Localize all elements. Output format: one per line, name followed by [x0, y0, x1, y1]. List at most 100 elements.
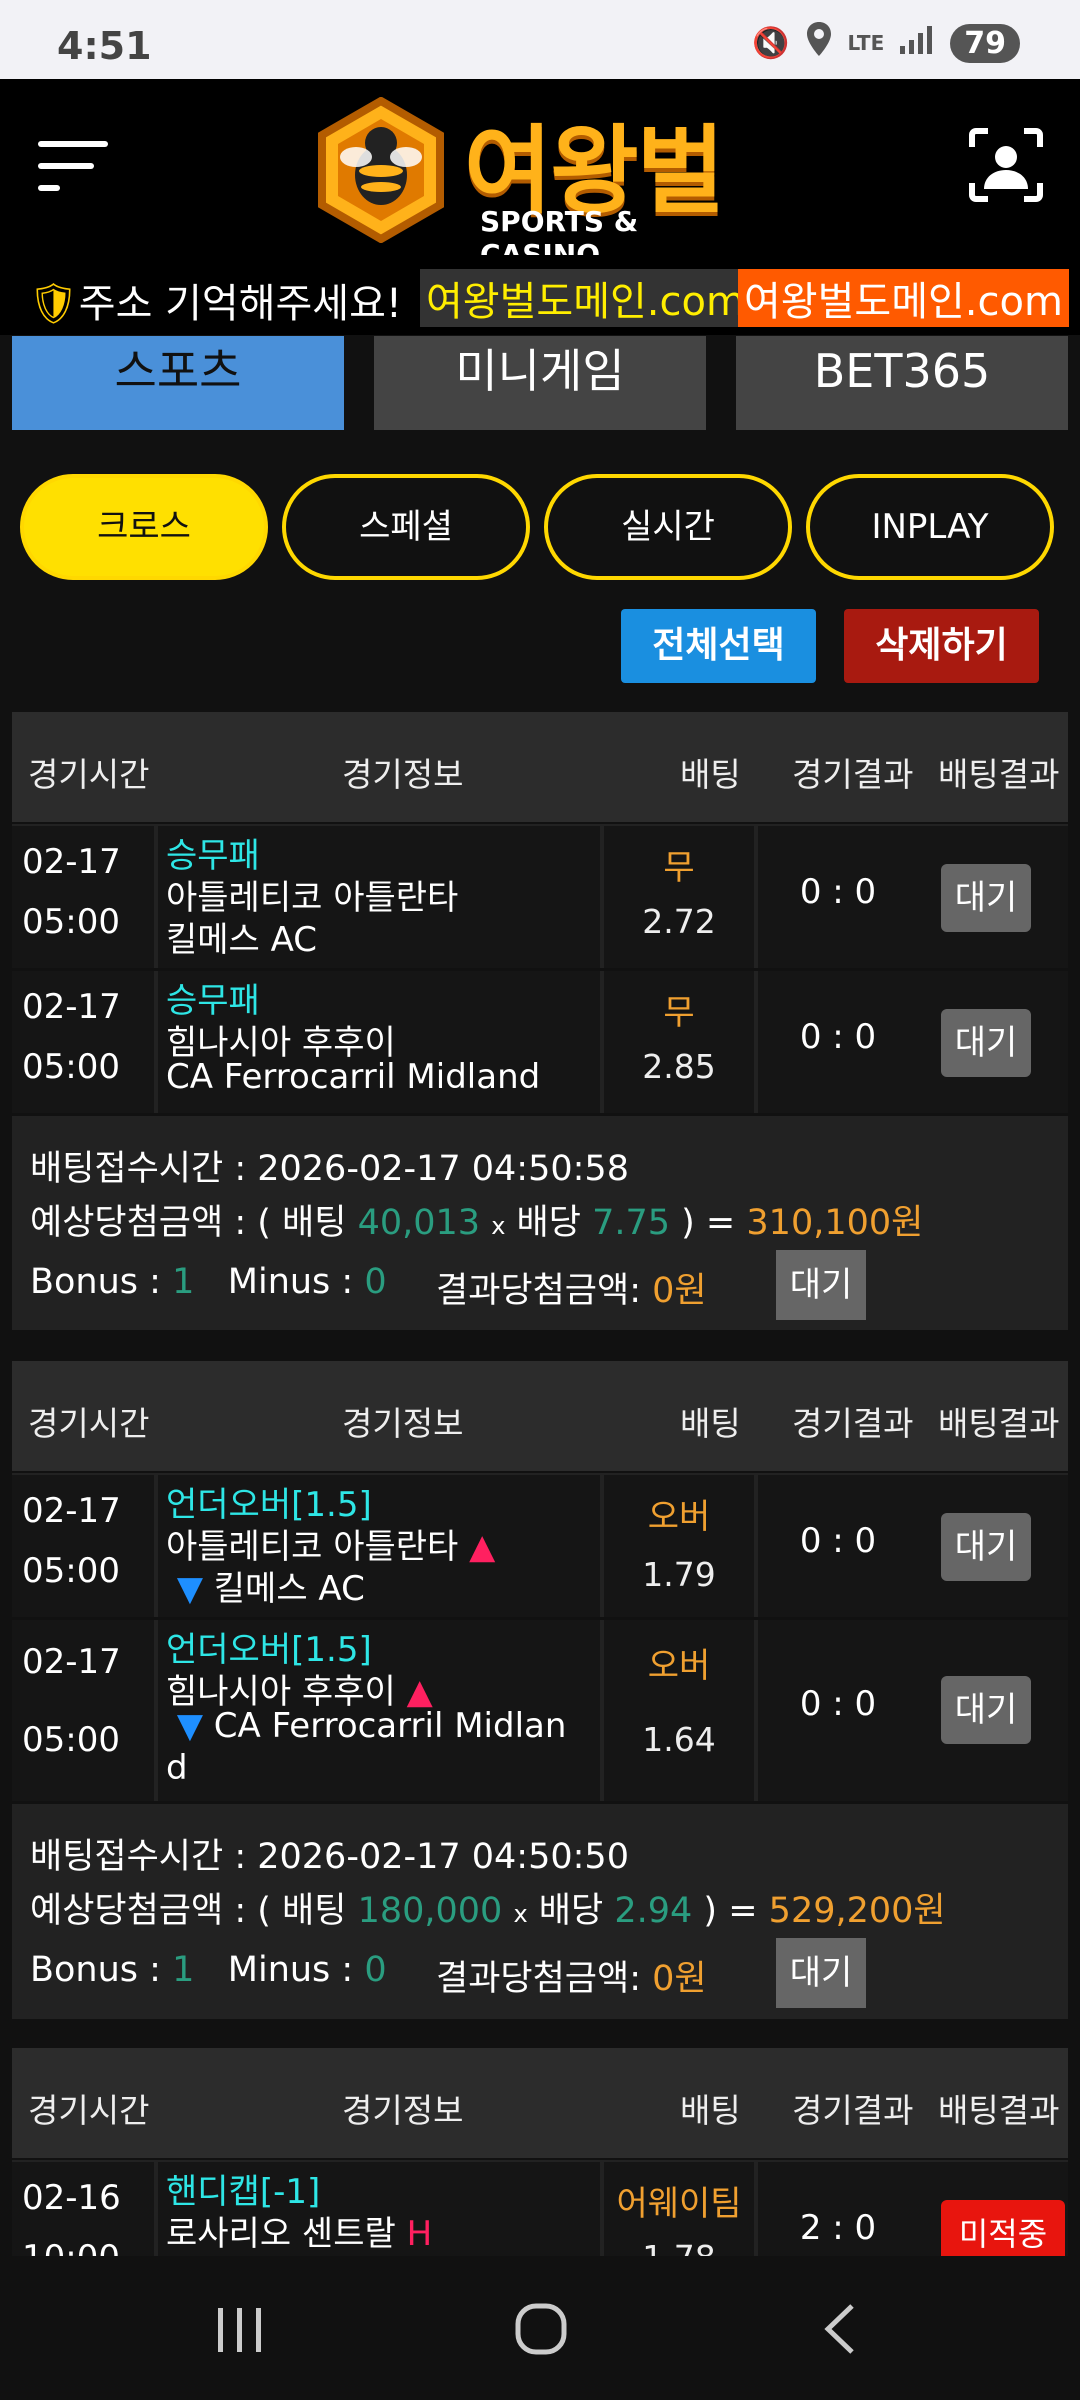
bet-pick: 무 [663, 993, 695, 1033]
col-result: 경기결과 [792, 2091, 914, 2130]
bonus-minus: Bonus : 1 Minus : 0 [30, 1950, 387, 1990]
site-header: 여왕벌 SPORTS & CASINO [0, 79, 1080, 271]
site-logo[interactable]: 여왕벌 SPORTS & CASINO [316, 93, 766, 271]
col-bet: 배팅 [680, 2091, 741, 2130]
home-marker: H [406, 2214, 433, 2254]
col-time: 경기시간 [28, 755, 150, 794]
filter-cross[interactable]: 크로스 [20, 474, 268, 580]
status-badge: 대기 [776, 1938, 866, 2008]
home-icon[interactable] [500, 2294, 580, 2364]
up-arrow-icon: ▲ [469, 1527, 496, 1567]
away-team: CA Ferrocarril Midland [166, 1057, 541, 1097]
bee-icon [318, 97, 444, 243]
account-scan-icon[interactable] [968, 127, 1044, 203]
col-bet-result: 배팅결과 [938, 755, 1060, 794]
bet-slip-card: 경기시간 경기정보 배팅 경기결과 배팅결과 02-1610:00 핸디캡[-1… [12, 2048, 1068, 2256]
col-result: 경기결과 [792, 1404, 914, 1443]
notice-banner: 🛡주소 기억해주세요! 여왕벌도메인.com 여왕벌도메인.com [0, 255, 1080, 335]
down-arrow-icon: ▼ [176, 1706, 203, 1746]
bet-summary: 배팅접수시간 : 2026-02-17 04:50:58 예상당첨금액 : ( … [12, 1116, 1068, 1330]
away-team: ▼ 킬메스 AC [176, 1569, 365, 1609]
col-time: 경기시간 [28, 2091, 150, 2130]
game-score: 0 : 0 [799, 872, 877, 912]
tab-sports[interactable]: 스포츠 [12, 336, 344, 430]
filter-special[interactable]: 스페셜 [282, 474, 530, 580]
bet-odds: 2.85 [642, 1047, 716, 1086]
bet-odds: 1.78 [604, 2238, 754, 2256]
table-header: 경기시간 경기정보 배팅 경기결과 배팅결과 [12, 2048, 1068, 2160]
col-info: 경기정보 [342, 2091, 464, 2130]
col-info: 경기정보 [342, 1404, 464, 1443]
bet-odds: 1.79 [642, 1555, 716, 1594]
game-date: 02-17 [22, 987, 121, 1027]
menu-icon[interactable] [38, 133, 110, 197]
away-team-wrap: d [166, 1748, 188, 1788]
away-team: ▼ CA Ferrocarril Midlan [176, 1706, 567, 1746]
table-row: 02-17 05:00 언더오버[1.5] 힘나시아 후후이 ▲ ▼ CA Fer… [12, 1620, 1068, 1804]
bet-odds: 2.72 [642, 902, 716, 941]
col-time: 경기시간 [28, 1404, 150, 1443]
table-header: 경기시간 경기정보 배팅 경기결과 배팅결과 [12, 712, 1068, 824]
table-row: 02-1610:00 핸디캡[-1] 로사리오 센트랄 H 어웨이팀1.78 2… [12, 2162, 1068, 2256]
location-icon [806, 22, 832, 64]
bonus-minus: Bonus : 1 Minus : 0 [30, 1262, 387, 1302]
status-bar: 4:51 🔇 LTE 79 [0, 0, 1080, 79]
game-date: 02-17 [22, 842, 121, 882]
recent-apps-icon[interactable] [200, 2294, 280, 2364]
status-badge: 대기 [941, 1009, 1031, 1077]
tab-bet365[interactable]: BET365 [736, 336, 1068, 430]
notice-domain-2[interactable]: 여왕벌도메인.com [738, 269, 1069, 327]
game-score: 0 : 0 [799, 1684, 877, 1724]
expected-payout: 예상당첨금액 : ( 배팅 180,000 x 배당 2.94 ) = 529,… [30, 1891, 946, 1931]
status-badge: 대기 [776, 1250, 866, 1320]
shield-icon: 🛡 [28, 281, 79, 327]
bet-slip-card: 경기시간 경기정보 배팅 경기결과 배팅결과 02-17 05:00 승무패 아틀… [12, 712, 1068, 1330]
game-date: 02-17 [22, 1642, 121, 1682]
col-bet: 배팅 [680, 1404, 741, 1443]
game-time: 10:00 [22, 2238, 120, 2256]
accepted-time: 배팅접수시간 : 2026-02-17 04:50:58 [30, 1149, 629, 1189]
signal-icon [900, 24, 934, 62]
away-team: 킬메스 AC [166, 920, 318, 960]
game-score: 0 : 0 [799, 1017, 877, 1057]
bet-pick: 오버 [647, 1497, 711, 1537]
game-date: 02-16 [22, 2178, 121, 2218]
select-all-button[interactable]: 전체선택 [621, 609, 816, 683]
col-bet-result: 배팅결과 [938, 2091, 1060, 2130]
table-header: 경기시간 경기정보 배팅 경기결과 배팅결과 [12, 1361, 1068, 1473]
status-badge: 대기 [941, 1513, 1031, 1581]
game-score: 2 : 0 [799, 2208, 877, 2248]
mute-icon: 🔇 [752, 25, 790, 61]
network-label: LTE [847, 31, 885, 55]
result-payout: 결과당첨금액: 0원 [436, 1959, 707, 1999]
back-icon[interactable] [800, 2294, 880, 2364]
delete-button[interactable]: 삭제하기 [844, 609, 1039, 683]
home-team: 로사리오 센트랄 H [166, 2214, 433, 2254]
tab-minigame[interactable]: 미니게임 [374, 336, 706, 430]
down-arrow-icon: ▼ [176, 1569, 203, 1609]
col-result: 경기결과 [792, 755, 914, 794]
status-badge: 대기 [941, 864, 1031, 932]
table-row: 02-17 05:00 언더오버[1.5] 아틀레티코 아틀란타 ▲ ▼ 킬메스 … [12, 1475, 1068, 1620]
filter-live[interactable]: 실시간 [544, 474, 792, 580]
status-badge: 대기 [941, 1676, 1031, 1744]
bet-pick: 어웨이팀 [616, 2184, 742, 2224]
col-info: 경기정보 [342, 755, 464, 794]
main-tabs: 스포츠 미니게임 BET365 [12, 336, 1068, 430]
table-row: 02-17 05:00 승무패 아틀레티코 아틀란타 킬메스 AC 무 2.72 0… [12, 826, 1068, 971]
result-payout: 결과당첨금액: 0원 [436, 1271, 707, 1311]
notice-text: 🛡주소 기억해주세요! [28, 281, 402, 327]
status-icons: 🔇 LTE 79 [752, 22, 1020, 64]
col-bet-result: 배팅결과 [938, 1404, 1060, 1443]
game-time: 05:00 [22, 902, 120, 942]
game-score: 0 : 0 [799, 1521, 877, 1561]
system-nav-bar [0, 2256, 1080, 2400]
table-row: 02-17 05:00 승무패 힘나시아 후후이 CA Ferrocarril M… [12, 971, 1068, 1116]
bet-odds: 1.64 [642, 1720, 716, 1759]
notice-domain-1[interactable]: 여왕벌도메인.com [420, 269, 751, 327]
game-date: 02-17 [22, 1491, 121, 1531]
bet-pick: 무 [663, 848, 695, 888]
bet-pick: 오버 [647, 1646, 711, 1686]
game-time: 05:00 [22, 1047, 120, 1087]
filter-inplay[interactable]: INPLAY [806, 474, 1054, 580]
